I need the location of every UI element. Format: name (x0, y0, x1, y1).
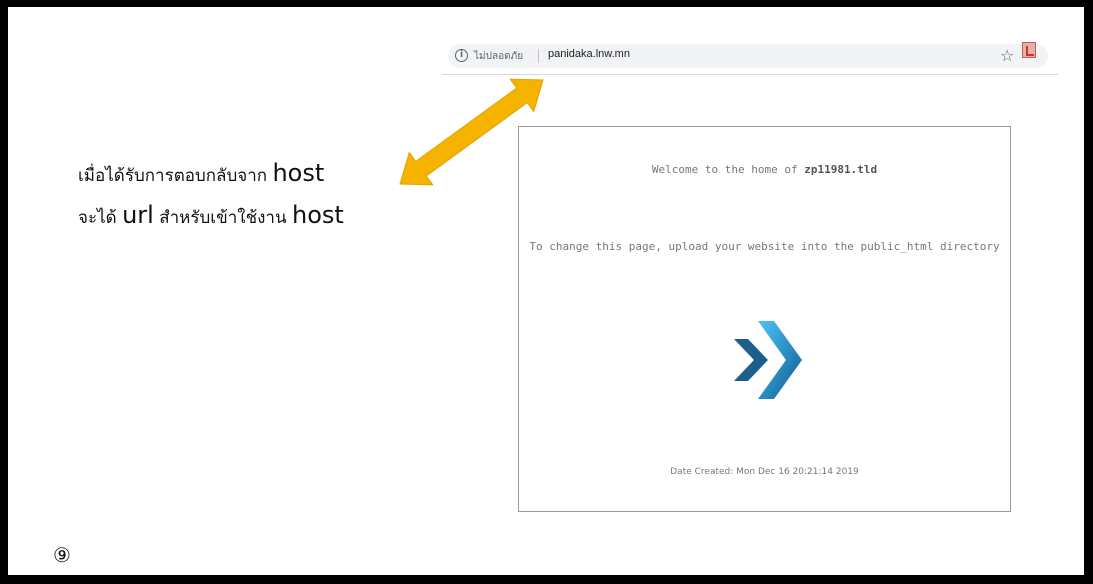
caption-line-1-thai: เมื่อได้รับการตอบกลับจาก (78, 166, 273, 186)
omnibox[interactable]: i ไม่ปลอดภัย panidaka.lnw.mn ☆ (448, 44, 1048, 68)
caption-url-word: url (122, 201, 154, 229)
security-status-label[interactable]: ไม่ปลอดภัย (474, 49, 523, 64)
slide-number: ⑨ (53, 543, 71, 567)
caption-line-2-thai-a: จะได้ (78, 208, 123, 228)
url-text[interactable]: panidaka.lnw.mn (548, 48, 630, 60)
caption-host-word-2: host (292, 201, 344, 229)
host-logo-icon (734, 321, 802, 399)
slide-caption: เมื่อได้รับการตอบกลับจาก host จะได้ url … (78, 159, 438, 243)
instruction-text: To change this page, upload your website… (529, 240, 1000, 253)
omnibox-divider (538, 49, 539, 63)
bookmark-star-icon[interactable]: ☆ (1000, 46, 1014, 65)
caption-line-1: เมื่อได้รับการตอบกลับจาก host (78, 159, 438, 201)
browser-address-bar: i ไม่ปลอดภัย panidaka.lnw.mn ☆ (442, 38, 1058, 75)
domain-name: zp11981.tld (804, 163, 878, 176)
welcome-prefix: Welcome to the home of (651, 163, 805, 176)
hosted-default-page: Welcome to the home of zp11981.tld To ch… (518, 126, 1011, 512)
pdf-extension-icon[interactable] (1022, 42, 1036, 58)
caption-line-2-thai-b: สำหรับเข้าใช้งาน (153, 208, 292, 228)
welcome-text: Welcome to the home of zp11981.tld (519, 163, 1010, 176)
caption-line-2: จะได้ url สำหรับเข้าใช้งาน host (78, 201, 438, 243)
caption-host-word: host (272, 159, 325, 187)
date-created: Date Created: Mon Dec 16 20:21:14 2019 (670, 467, 859, 477)
info-icon[interactable]: i (455, 49, 468, 62)
